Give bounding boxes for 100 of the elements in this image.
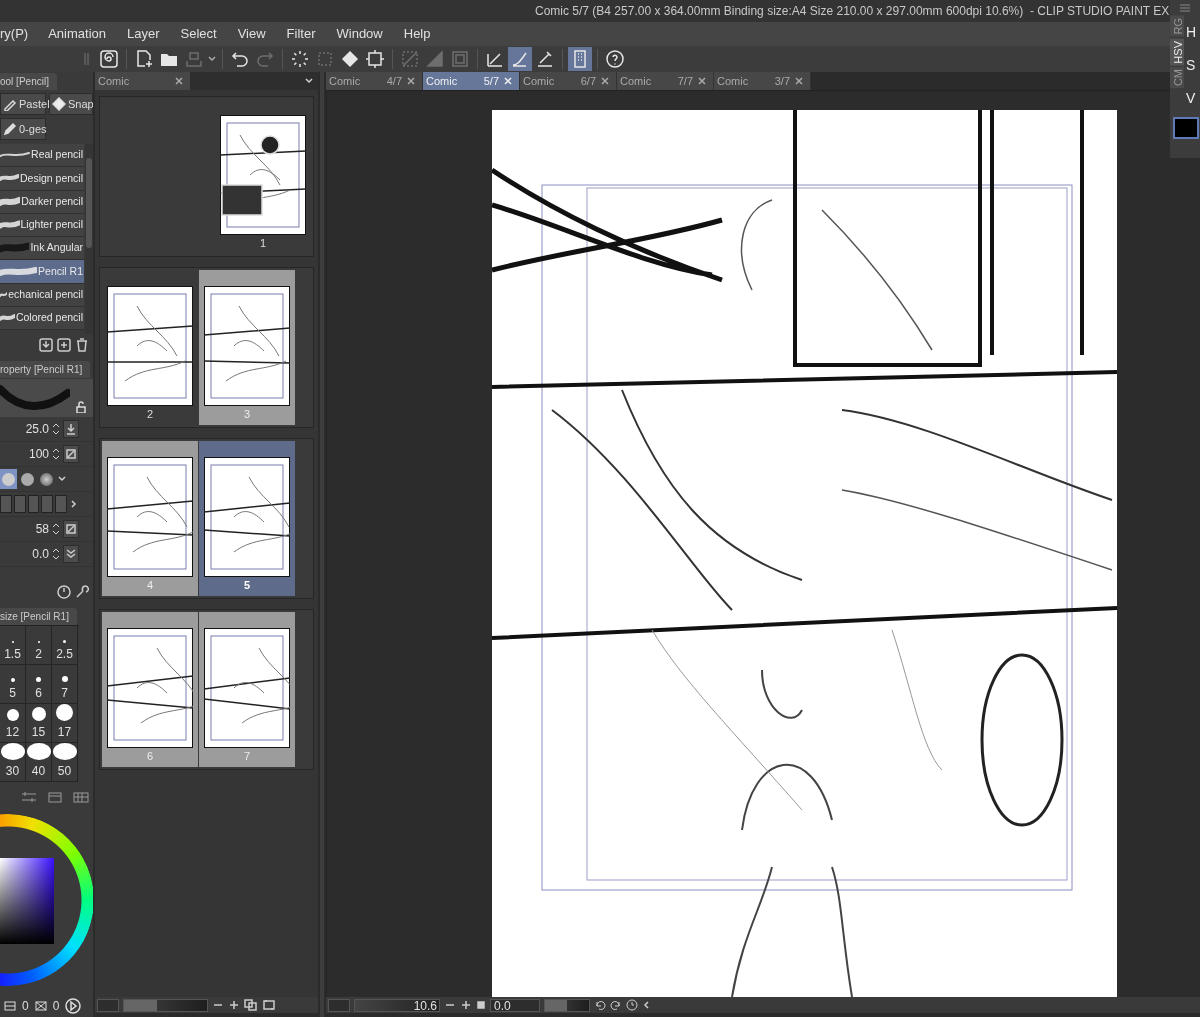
menu-item[interactable]: Select	[174, 24, 225, 44]
color-mode-tab[interactable]: HSV	[1170, 38, 1184, 66]
document-tab[interactable]: Comic 5/7	[423, 72, 520, 90]
caret-icon[interactable]	[304, 76, 314, 86]
document-tab[interactable]: Comic 4/7	[326, 72, 423, 90]
document-tab[interactable]: Comic 3/7	[714, 72, 811, 90]
page-item[interactable]: 2	[102, 270, 198, 425]
lock-icon[interactable]	[75, 401, 87, 413]
rotation-slider[interactable]	[545, 999, 567, 1011]
brush-size-item[interactable]: 2.5	[52, 626, 78, 665]
page-item[interactable]: 5	[199, 441, 295, 596]
zoom-field[interactable]	[97, 998, 119, 1012]
double-chevron-icon	[65, 548, 77, 560]
stepper-icon[interactable]	[51, 521, 61, 537]
reset-rotation-icon[interactable]	[626, 999, 638, 1011]
brush-item[interactable]: Darker pencil	[0, 190, 84, 214]
brush-size-item[interactable]: 40	[26, 743, 52, 782]
brush-size-item[interactable]: 30	[0, 743, 26, 782]
zoom-field[interactable]	[328, 998, 350, 1012]
option-button[interactable]	[63, 520, 79, 538]
rotate-right-icon[interactable]	[610, 999, 622, 1011]
color-set-icon[interactable]	[47, 791, 63, 803]
option-button[interactable]	[63, 545, 79, 563]
trash-icon[interactable]	[75, 338, 89, 352]
tool-group-button[interactable]: 0-ges	[0, 118, 46, 140]
brush-size-item[interactable]: 2	[26, 626, 52, 665]
square-icon	[65, 448, 77, 460]
grip-icon[interactable]	[84, 51, 90, 67]
palette-grid-icon[interactable]	[73, 791, 89, 803]
color-sliders-icon[interactable]	[21, 791, 37, 803]
number-field[interactable]: 0.0	[19, 545, 49, 563]
number-field[interactable]: 25.0	[19, 420, 49, 438]
menu-item[interactable]: Help	[397, 24, 439, 44]
document-tab[interactable]: Comic 6/7	[520, 72, 617, 90]
plus-icon[interactable]	[228, 1000, 240, 1010]
close-icon[interactable]	[600, 76, 610, 86]
layer-icon	[4, 1001, 16, 1011]
menu-item[interactable]: Layer	[121, 24, 168, 44]
mask-icon	[34, 1001, 47, 1011]
stepper-icon[interactable]	[51, 546, 61, 562]
dot-icon	[61, 676, 68, 682]
pressure-icon[interactable]	[57, 585, 71, 599]
wrench-icon[interactable]	[75, 585, 89, 599]
option-button[interactable]	[63, 420, 79, 438]
panel-tab[interactable]: Comic	[95, 72, 190, 90]
rotate-page-icon[interactable]	[262, 999, 276, 1011]
brush-size-item[interactable]: 7	[52, 665, 78, 704]
chevron-left-icon[interactable]	[642, 1000, 652, 1010]
zoom-slider[interactable]	[124, 999, 158, 1011]
number-field[interactable]: 100	[19, 445, 49, 463]
close-icon[interactable]	[406, 76, 416, 86]
rotate-left-icon[interactable]	[594, 999, 606, 1011]
option-button[interactable]	[63, 445, 79, 463]
brush-size-item[interactable]: 17	[52, 704, 78, 743]
panel-tab[interactable]: roperty [Pencil R1]	[0, 361, 91, 378]
brush-size-item[interactable]: 15	[26, 704, 52, 743]
close-icon[interactable]	[794, 76, 804, 86]
dot-icon	[31, 707, 46, 721]
brush-item[interactable]: Colored pencil	[0, 307, 84, 331]
panel-tab[interactable]: ool [Pencil]	[0, 73, 57, 90]
caret-icon[interactable]	[207, 54, 217, 64]
scrollbar[interactable]	[85, 144, 93, 334]
page-item[interactable]: 1	[215, 99, 311, 254]
brush-item[interactable]: Pencil R1	[0, 260, 84, 284]
dot-icon	[56, 704, 73, 721]
brush-item[interactable]: Ink Angular	[0, 237, 84, 261]
duplicate-icon[interactable]	[57, 338, 71, 352]
color-square[interactable]	[0, 858, 54, 944]
play-icon[interactable]	[65, 998, 82, 1014]
brush-item[interactable]: echanical pencil	[0, 283, 84, 308]
brush-item[interactable]: Real pencil	[0, 144, 84, 168]
stop-icon[interactable]	[476, 1000, 486, 1010]
menu-item[interactable]: Window	[330, 24, 391, 44]
menu-item[interactable]: Filter	[280, 24, 324, 44]
brush-size-item[interactable]: 5	[0, 665, 26, 704]
zoom-field[interactable]: 10.6	[354, 998, 440, 1012]
close-icon[interactable]	[174, 76, 184, 86]
color-swatch[interactable]	[1173, 117, 1199, 139]
brush-size-item[interactable]: 6	[26, 665, 52, 704]
brush-item[interactable]: Design pencil	[0, 167, 84, 191]
fit-icon[interactable]	[244, 999, 258, 1011]
menu-item[interactable]: ry(P)	[0, 24, 37, 44]
import-icon[interactable]	[39, 338, 53, 352]
menu-item[interactable]: Animation	[42, 24, 114, 44]
panel-tab[interactable]: size [Pencil R1]	[0, 608, 77, 625]
stepper-icon[interactable]	[51, 446, 61, 462]
stepper-icon[interactable]	[51, 421, 61, 437]
chevron-down-icon[interactable]	[57, 474, 67, 484]
tool-group-button[interactable]: Snap	[49, 93, 93, 115]
document-tab[interactable]: Comic 7/7	[617, 72, 714, 90]
brush-size-item[interactable]: 1.5	[0, 626, 26, 665]
menu-item[interactable]: View	[231, 24, 274, 44]
chevron-right-icon[interactable]	[69, 499, 79, 509]
brush-size-item[interactable]: 12	[0, 704, 26, 743]
brush-item[interactable]: Lighter pencil	[0, 213, 84, 238]
rotation-field[interactable]: 0.0	[490, 998, 540, 1012]
close-icon[interactable]	[697, 76, 707, 86]
number-field[interactable]: 58	[19, 520, 49, 538]
brush-size-item[interactable]: 50	[52, 743, 78, 782]
plus-icon[interactable]	[460, 1000, 472, 1010]
